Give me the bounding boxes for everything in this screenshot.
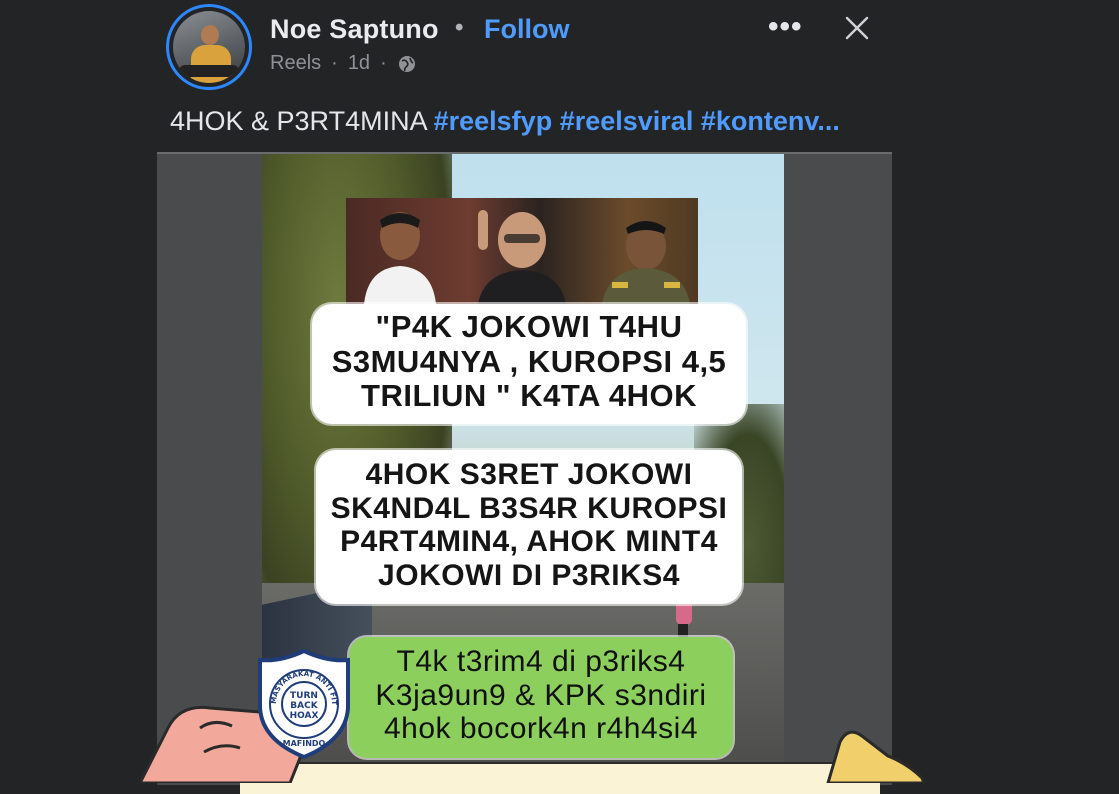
hand-illustration	[826, 730, 926, 783]
text-bubble-claim: 4HOK S3RET JOKOWI SK4ND4L B3S4R KUROPSI …	[316, 450, 742, 605]
bubble-line: K3ja9un9 & KPK s3ndiri	[375, 678, 707, 712]
author-name[interactable]: Noe Saptuno	[270, 14, 439, 45]
close-icon[interactable]	[843, 14, 871, 42]
watermark-center-text: TURN	[290, 691, 318, 701]
news-photo	[346, 198, 698, 304]
bubble-line: 4hok bocork4n r4h4si4	[383, 712, 699, 746]
meta-source[interactable]: Reels	[270, 52, 321, 75]
caption-text: 4HOK & P3RT4MINA	[170, 106, 427, 136]
more-options-icon[interactable]: •••	[768, 10, 803, 44]
bubble-line: TRILIUN " K4TA 4HOK	[361, 378, 697, 414]
meta-dot: ·	[331, 52, 338, 74]
bubble-line: P4RT4MIN4, AHOK MINT4	[340, 525, 718, 559]
text-bubble-quote: "P4K JOKOWI T4HU S3MU4NYA , KUROPSI 4,5 …	[312, 304, 746, 425]
separator-dot: •	[455, 14, 464, 41]
watermark-center-text: BACK	[290, 701, 318, 711]
hashtag-link[interactable]: #reelsviral	[560, 106, 694, 136]
follow-button[interactable]: Follow	[484, 14, 569, 45]
bubble-line: T4k t3rim4 di p3riks4	[396, 645, 686, 678]
bubble-line: "P4K JOKOWI T4HU	[375, 309, 683, 344]
bubble-line: 4HOK S3RET JOKOWI	[365, 458, 693, 491]
bubble-line: S3MU4NYA , KUROPSI 4,5	[331, 343, 727, 379]
watermark-center-text: HOAX	[290, 711, 319, 721]
mafindo-watermark-logo: MASYARAKAT ANTI FITNAH INDONESIA TURN BA…	[256, 648, 350, 760]
meta-time[interactable]: 1d	[348, 52, 370, 75]
hashtag-link[interactable]: #kontenv...	[701, 106, 840, 136]
avatar-image	[173, 11, 245, 83]
meta-dot-2: ·	[380, 52, 387, 74]
bubble-line: SK4ND4L B3S4R KUROPSI	[330, 491, 728, 525]
text-bubble-green: T4k t3rim4 di p3riks4 K3ja9un9 & KPK s3n…	[349, 637, 733, 758]
hashtag-link[interactable]: #reelsfyp	[434, 106, 553, 136]
post-caption: 4HOK & P3RT4MINA #reelsfyp #reelsviral #…	[170, 106, 840, 137]
avatar[interactable]	[166, 4, 252, 90]
globe-icon	[397, 54, 417, 74]
watermark-bottom-text: MAFINDO	[283, 739, 326, 748]
bubble-line: JOKOWI DI P3RIKS4	[378, 558, 680, 592]
post-meta: Reels · 1d ·	[270, 52, 417, 75]
